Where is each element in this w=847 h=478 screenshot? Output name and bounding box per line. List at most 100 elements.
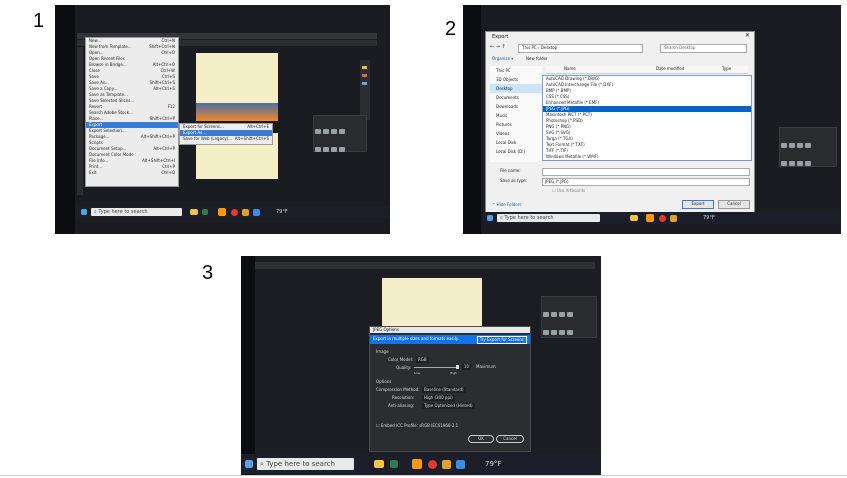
file-menu: New... Ctrl+N New from Template... Shift+Ct…	[85, 37, 179, 187]
cancel-button[interactable]: Cancel	[496, 435, 524, 443]
menu-item-shortcut: Ctrl+Q	[161, 170, 175, 175]
nav-item[interactable]: Documents	[490, 93, 542, 102]
nav-arrows-icon[interactable]: ← → ↑	[490, 44, 506, 50]
windows-start-icon[interactable]	[487, 215, 493, 221]
menu-item-shortcut: F12	[167, 104, 175, 109]
banner-text: Export in multiple sizes and formats eas…	[373, 336, 459, 341]
address-row: ← → ↑ This PC › Desktop Search Desktop	[490, 44, 750, 53]
quality-preset[interactable]: Maximum	[476, 364, 496, 370]
new-folder-button[interactable]: New folder	[526, 56, 548, 62]
windows-start-icon[interactable]	[81, 209, 87, 215]
dialog-title: Export	[492, 34, 509, 40]
export-submenu: Export for Screens... Alt+Ctrl+E Export As…	[179, 123, 273, 145]
options-section-label: Options	[376, 379, 392, 384]
col-type[interactable]: Type	[722, 66, 731, 72]
dialog-title: JPEG Options	[373, 327, 399, 332]
chrome-icon[interactable]	[231, 208, 238, 216]
taskbar-search[interactable]: ⌕ Type here to search	[497, 214, 600, 222]
menu-item-shortcut: Alt+Shift+Ctrl+P	[140, 134, 175, 139]
file-menu-item[interactable]: Exit Ctrl+Q	[86, 170, 178, 176]
folder-icon[interactable]	[190, 209, 198, 215]
color-model-select[interactable]: RGB	[416, 357, 429, 363]
menu-item-label: Exit	[89, 170, 97, 175]
col-modified[interactable]: Date modified	[656, 66, 684, 72]
image-section-label: Image	[376, 349, 389, 354]
nav-item[interactable]: Desktop	[490, 84, 542, 93]
submenu-item-label: Save for Web (Legacy)...	[183, 136, 232, 141]
pathfinder-panel[interactable]	[313, 115, 367, 152]
app-icon[interactable]	[242, 208, 249, 216]
illustrator-icon[interactable]	[646, 214, 654, 222]
quality-value[interactable]: 10	[462, 364, 472, 370]
save-type-select[interactable]: JPEG (*.JPG)	[542, 178, 750, 186]
submenu-item-shortcut: Alt+Ctrl+E	[247, 124, 269, 129]
nav-item[interactable]: Downloads	[490, 102, 542, 111]
resolution-label: Resolution:	[392, 395, 415, 400]
export-button[interactable]: Export	[682, 200, 714, 209]
chrome-icon[interactable]	[659, 214, 666, 222]
organize-button[interactable]: Organize ▾	[492, 56, 513, 62]
step-number-3: 3	[202, 262, 214, 284]
compression-select[interactable]: Baseline (Standard)	[422, 387, 466, 393]
nav-item[interactable]: Music	[490, 111, 542, 120]
chrome-icon[interactable]	[428, 459, 437, 469]
screenshot-jpeg-options: JPEG Options Export in multiple sizes an…	[241, 256, 601, 476]
breadcrumb[interactable]: This PC › Desktop	[518, 44, 643, 53]
pathfinder-panel[interactable]	[779, 127, 837, 167]
file-type-option[interactable]: Windows Metafile (*.WMF)	[543, 154, 751, 160]
app-icon[interactable]	[253, 208, 260, 216]
cancel-button[interactable]: Cancel	[718, 200, 750, 209]
slider-handle[interactable]	[456, 365, 459, 369]
antialias-select[interactable]: Type Optimized (Hinted)	[422, 403, 475, 409]
jpeg-options-dialog: JPEG Options Export in multiple sizes an…	[369, 326, 531, 452]
illustrator-icon[interactable]	[218, 208, 226, 216]
app-icon[interactable]	[442, 459, 451, 469]
menu-item-shortcut: Alt+Ctrl+P	[153, 146, 175, 151]
weather-temp: 79°F	[703, 215, 715, 221]
export-for-screens-button[interactable]: Try Export for Screens	[476, 336, 527, 344]
app-icon[interactable]	[390, 460, 398, 468]
file-type-list: AutoCAD Drawing (*.DWG) AutoCAD Interchan…	[542, 75, 752, 161]
pathfinder-panel[interactable]	[541, 296, 597, 338]
windows-start-icon[interactable]	[245, 460, 253, 468]
app-icon[interactable]	[202, 209, 208, 215]
nav-item[interactable]: Local Disk	[490, 138, 542, 147]
resolution-select[interactable]: High (300 ppi)	[422, 395, 455, 401]
quality-high: High	[450, 371, 457, 375]
tools-panel[interactable]	[77, 47, 83, 195]
step-number-1: 1	[33, 10, 45, 32]
close-icon[interactable]: ✕	[745, 33, 750, 39]
file-name-field[interactable]	[542, 168, 750, 176]
artboard[interactable]	[382, 278, 482, 326]
folder-icon[interactable]	[630, 215, 638, 221]
illustrator-icon[interactable]	[412, 459, 422, 469]
nav-item[interactable]: Pictures	[490, 120, 542, 129]
weather-temp: 79°F	[276, 209, 288, 215]
use-artboards-checkbox[interactable]: ☐ Use Artboards	[552, 188, 585, 194]
app-icon[interactable]	[670, 214, 677, 222]
col-name[interactable]: Name	[564, 66, 576, 72]
artboard[interactable]	[196, 53, 278, 179]
ok-button[interactable]: OK	[468, 435, 494, 443]
nav-item[interactable]: This PC	[490, 66, 542, 75]
taskbar-search[interactable]: ⌕ Type here to search	[91, 208, 182, 216]
navigation-pane: This PC 3D Objects Desktop Documents Downloa…	[490, 66, 542, 162]
export-submenu-item[interactable]: Save for Web (Legacy)... Alt+Shift+Ctrl+S	[180, 136, 272, 142]
sunset-sky-image	[196, 103, 278, 121]
folder-icon[interactable]	[374, 460, 384, 468]
nav-item[interactable]: Videos	[490, 129, 542, 138]
swatches-panel	[360, 60, 370, 120]
embed-icc-checkbox[interactable]: ☐ Embed ICC Profile: sRGB IEC61966-2.1	[376, 423, 458, 429]
menu-item-shortcut: Shift+Ctrl+P	[149, 116, 175, 121]
quality-low: Low	[414, 371, 420, 375]
app-icon[interactable]	[456, 459, 465, 469]
quality-slider[interactable]	[414, 365, 459, 369]
search-input[interactable]: Search Desktop	[660, 44, 747, 53]
taskbar: ⌕ Type here to search 79°F	[483, 212, 841, 224]
compression-label: Compression Method:	[376, 387, 420, 392]
nav-item[interactable]: Local Disk (D:)	[490, 147, 542, 156]
taskbar-search[interactable]: ⌕ Type here to search	[257, 458, 354, 470]
hide-folders-toggle[interactable]: ⌃ Hide Folders	[492, 202, 521, 208]
nav-item[interactable]: 3D Objects	[490, 75, 542, 84]
screen-bezel-left	[463, 5, 481, 234]
